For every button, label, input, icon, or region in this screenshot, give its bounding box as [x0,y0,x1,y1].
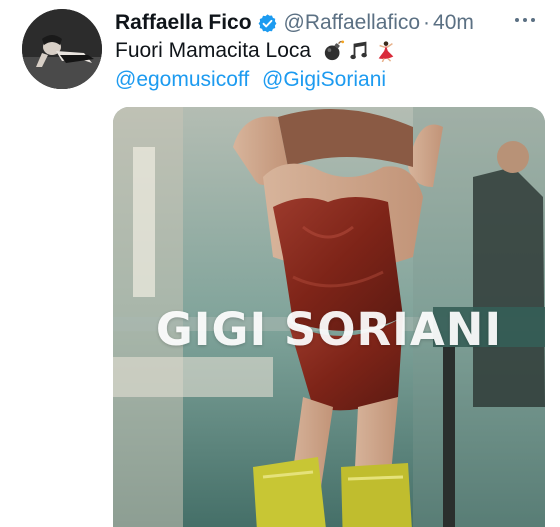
mention-link[interactable]: @egomusicoff [115,68,249,91]
tweet[interactable]: Raffaella Fico @Raffaellafico · 40m Fuor… [0,0,560,527]
display-name[interactable]: Raffaella Fico [115,11,252,35]
tweet-header: Raffaella Fico @Raffaellafico · 40m [115,8,474,38]
bomb-emoji-icon [324,40,345,61]
tweet-text: Fuori Mamacita Loca [115,39,312,62]
video-overlay-text: GIGI SORIANI [155,303,503,356]
more-options-icon[interactable] [510,8,540,32]
mentions: @egomusicoff @GigiSoriani [115,68,393,92]
avatar[interactable] [22,9,102,89]
emoji-group [323,40,397,63]
tweet-text-line: Fuori Mamacita Loca [115,38,397,64]
dancer-icon [378,41,394,63]
separator-dot: · [423,11,431,34]
music-notes-icon [350,42,367,60]
mention-link[interactable]: @GigiSoriani [262,68,386,91]
timestamp[interactable]: 40m [433,11,474,35]
media-video[interactable]: GIGI SORIANI [113,107,545,527]
verified-badge-icon [257,13,278,34]
avatar-image [22,9,102,89]
handle[interactable]: @Raffaellafico [284,11,421,35]
